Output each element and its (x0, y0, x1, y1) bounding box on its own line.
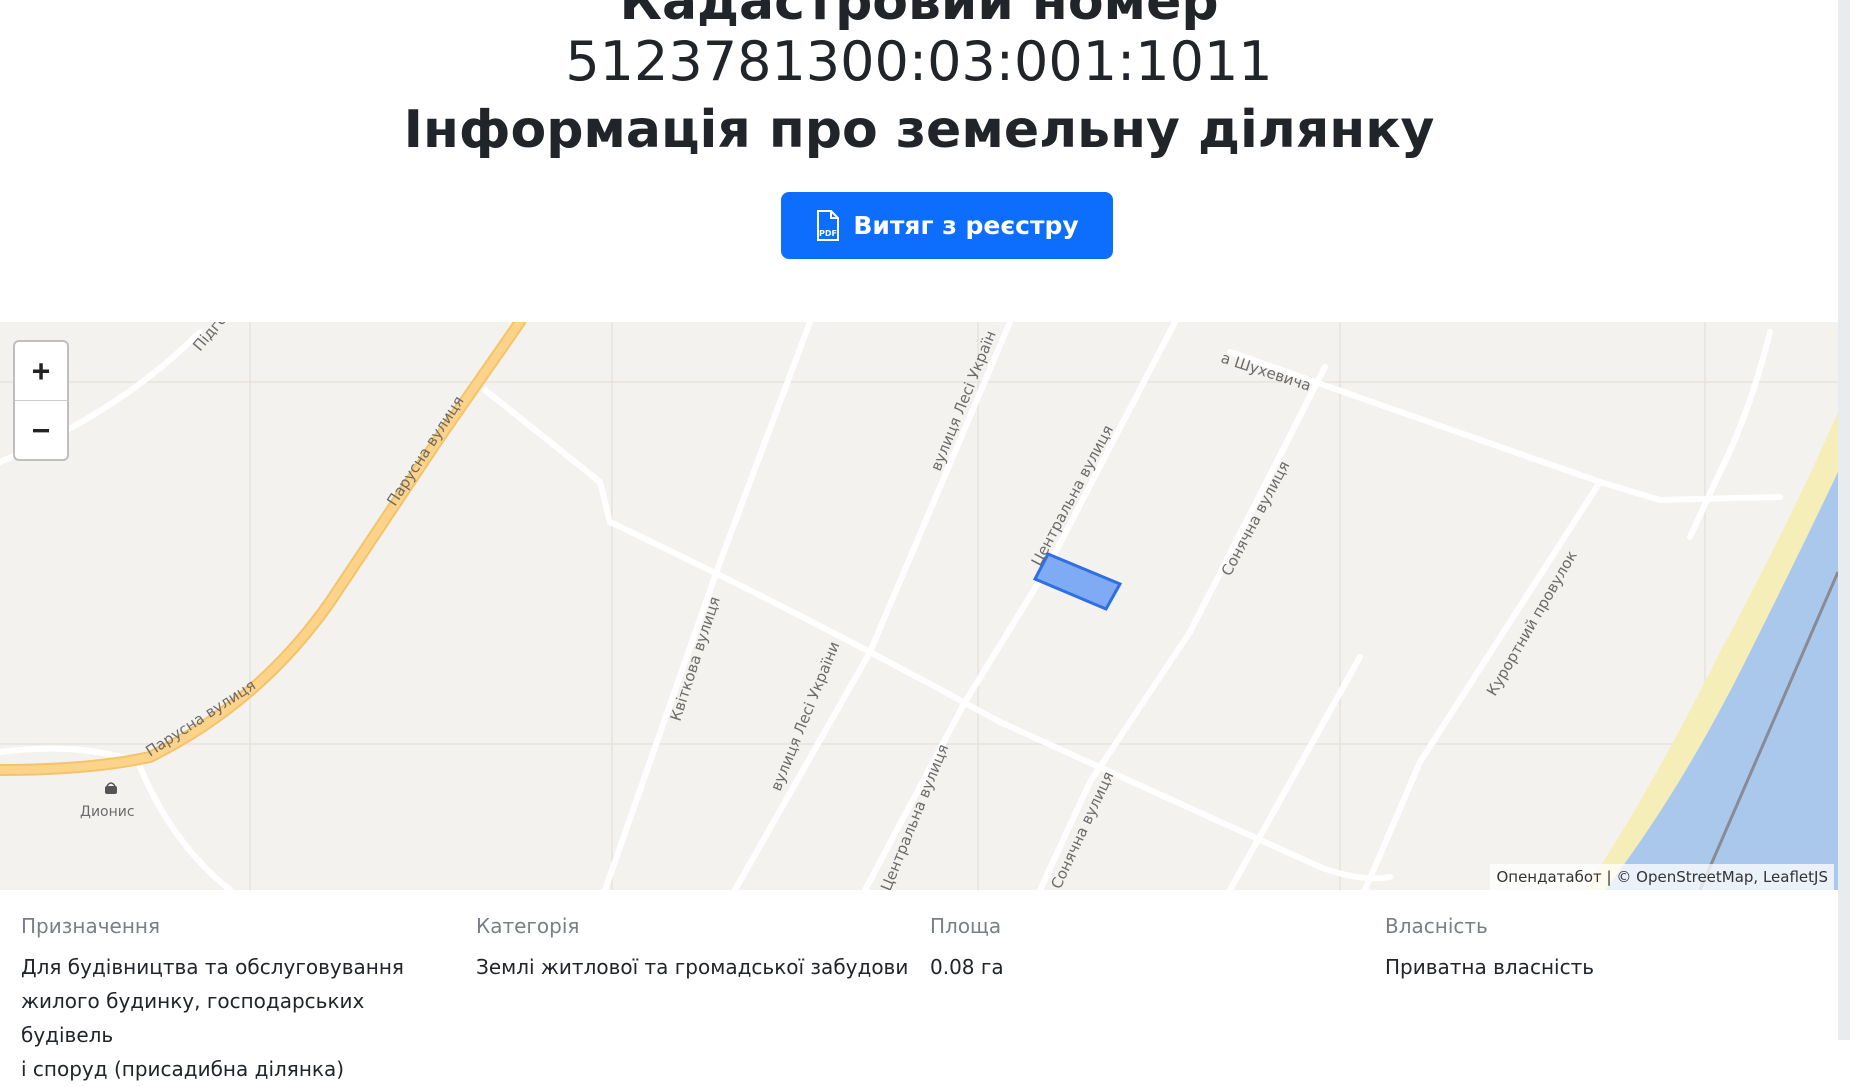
street-label-10: Центральна вулиця (877, 742, 952, 890)
page-subtitle: Інформація про земельну ділянку (403, 100, 1435, 160)
land-parcel[interactable] (1032, 552, 1123, 611)
zoom-in-button[interactable]: + (15, 342, 67, 401)
category-label: Категорія (476, 914, 580, 938)
scrollbar-track[interactable] (1838, 0, 1850, 1040)
purpose-label: Призначення (21, 914, 161, 938)
area-block: Площа 0.08 га (930, 912, 1370, 984)
extract-from-registry-button[interactable]: PDF Витяг з реєстру (781, 192, 1113, 259)
purpose-value-line2: жилого будинку, господарських будівель (21, 989, 365, 1047)
extract-button-label: Витяг з реєстру (853, 211, 1079, 240)
purpose-value-line3: і споруд (присадибна ділянка) (21, 1057, 345, 1081)
street-label-7: Сонячна вулиця (1218, 458, 1294, 579)
page-header: Кадастровий номер 5123781300:03:001:1011… (0, 0, 1838, 312)
poi-basket-icon (105, 782, 117, 794)
page-title-line1: Кадастровий номер (619, 0, 1219, 32)
map[interactable]: Підго Парусна вулиця Парусна вулиця вули… (0, 322, 1838, 890)
map-canvas[interactable]: Підго Парусна вулиця Парусна вулиця вули… (0, 322, 1838, 890)
ownership-value: Приватна власність (1385, 955, 1595, 979)
zoom-control: + − (13, 340, 69, 461)
street-label-1: Підго (189, 322, 230, 355)
street-label-2: Парусна вулиця (383, 393, 467, 509)
poi-label-dionis: Дионис (80, 804, 135, 820)
street-label-3: Парусна вулиця (142, 676, 258, 760)
zoom-out-button[interactable]: − (15, 401, 67, 459)
street-label-4: вулиця Лесі Україн (927, 328, 1000, 473)
ownership-block: Власність Приватна власність (1385, 912, 1825, 984)
ownership-label: Власність (1385, 914, 1488, 938)
area-value: 0.08 га (930, 955, 1004, 979)
purpose-value-line1: Для будівництва та обслуговування (21, 955, 404, 979)
category-block: Категорія Землі житлової та громадської … (476, 912, 916, 984)
category-value: Землі житлової та громадської забудови (476, 955, 909, 979)
map-attribution[interactable]: Опендатабот | © OpenStreetMap, LeafletJS (1490, 864, 1834, 890)
purpose-value: Для будівництва та обслуговування жилого… (21, 950, 461, 1086)
pdf-file-icon: PDF (817, 209, 840, 241)
svg-text:PDF: PDF (819, 229, 837, 238)
street-label-11: Сонячна вулиця (1047, 769, 1117, 890)
street-label-6: Центральна вулиця (1028, 422, 1117, 569)
purpose-block: Призначення Для будівництва та обслугову… (21, 912, 461, 1086)
street-label-12: Курортний провулок (1483, 547, 1581, 699)
street-label-5: а Шухевича (1219, 349, 1314, 395)
area-label: Площа (930, 914, 1002, 938)
street-label-8: Квіткова вулиця (667, 594, 724, 723)
cadastral-number: 5123781300:03:001:1011 (565, 30, 1273, 93)
